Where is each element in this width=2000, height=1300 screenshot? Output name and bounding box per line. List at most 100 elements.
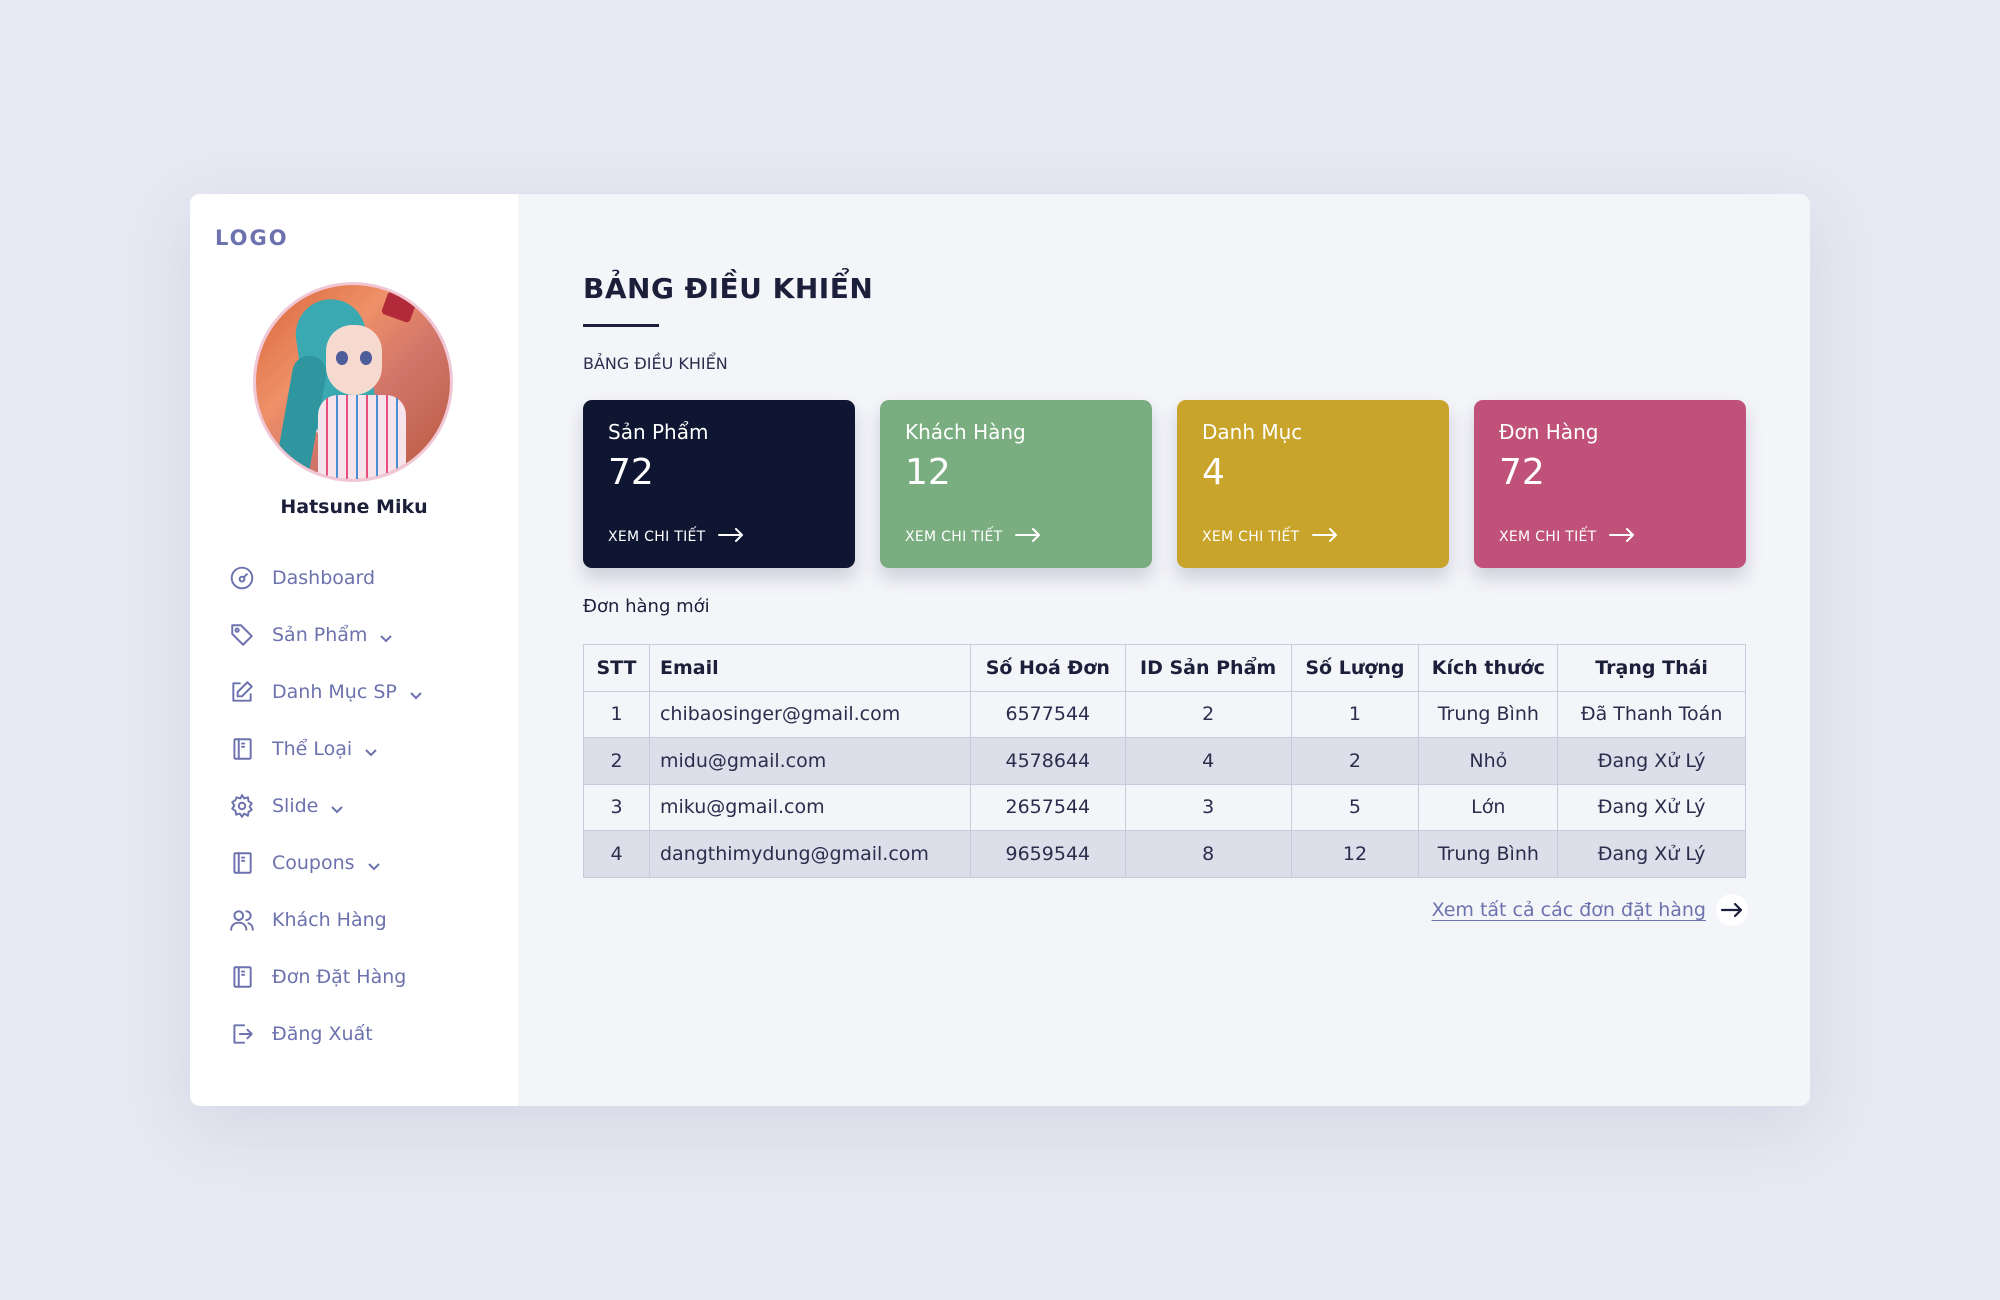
sidebar-item-label: Đăng Xuất — [272, 1022, 373, 1045]
main-content: BẢNG ĐIỀU KHIỂN BẢNG ĐIỀU KHIỂN Sản Phẩm… — [518, 194, 1810, 1106]
table-row[interactable]: 3 miku@gmail.com 2657544 3 5 Lớn Đang Xử Lý — [583, 783, 1746, 831]
chevron-down-icon[interactable] — [367, 856, 381, 870]
table-cell: 9659544 — [969, 830, 1126, 878]
table-cell: Lớn — [1418, 783, 1559, 831]
edit-icon — [228, 678, 256, 706]
stat-card-title: Đơn Hàng — [1499, 420, 1599, 444]
table-cell: Đang Xử Lý — [1557, 783, 1746, 831]
chevron-down-icon[interactable] — [379, 628, 393, 642]
chevron-down-icon[interactable] — [409, 685, 423, 699]
table-cell: miku@gmail.com — [648, 783, 971, 831]
table-cell: 1 — [1290, 690, 1420, 738]
arrow-right-icon[interactable] — [1300, 528, 1338, 546]
section-title: Đơn hàng mới — [583, 596, 710, 617]
table-cell: Trung Bình — [1418, 830, 1559, 878]
table-row[interactable]: 4 dangthimydung@gmail.com 9659544 8 12 Trung … — [583, 830, 1746, 878]
logout-icon — [228, 1020, 256, 1048]
sidebar: LOGO Hatsune Miku Dashboard Sản Phẩm Danh … — [190, 194, 518, 1106]
sidebar-item-coupons[interactable]: Coupons — [228, 834, 423, 891]
table-cell: Nhỏ — [1418, 737, 1559, 785]
arrow-right-icon[interactable] — [1597, 528, 1635, 546]
sidebar-item-don-dat-hang[interactable]: Đơn Đặt Hàng — [228, 948, 423, 1005]
tag-icon — [228, 621, 256, 649]
sidebar-item-label: Coupons — [272, 851, 355, 874]
view-details-link[interactable]: XEM CHI TIẾT — [905, 528, 1041, 546]
column-header: Trạng Thái — [1557, 644, 1746, 692]
table-row[interactable]: 1 chibaosinger@gmail.com 6577544 2 1 Trung Bì… — [583, 690, 1746, 738]
stat-card-value: 4 — [1202, 452, 1225, 493]
table-cell: 3 — [1124, 783, 1292, 831]
sidebar-item-label: Khách Hàng — [272, 908, 387, 931]
book-icon — [228, 963, 256, 991]
table-cell: 4578644 — [969, 737, 1126, 785]
stat-card: Khách Hàng 12 XEM CHI TIẾT — [880, 400, 1152, 568]
table-header-row: STT Email Số Hoá Đơn ID Sản Phẩm Số Lượng Kíc… — [583, 644, 1746, 692]
table-cell: Đã Thanh Toán — [1557, 690, 1746, 738]
sidebar-item-the-loai[interactable]: Thể Loại — [228, 720, 423, 777]
table-cell: dangthimydung@gmail.com — [648, 830, 971, 878]
arrow-right-icon[interactable] — [1716, 894, 1748, 926]
stat-card-title: Khách Hàng — [905, 420, 1026, 444]
gear-icon — [228, 792, 256, 820]
table-cell: 3 — [583, 783, 650, 831]
view-details-label[interactable]: XEM CHI TIẾT — [608, 529, 706, 545]
logo[interactable]: LOGO — [215, 226, 289, 250]
table-cell: 5 — [1290, 783, 1420, 831]
arrow-right-icon[interactable] — [706, 528, 744, 546]
column-header: Kích thước — [1418, 644, 1559, 692]
chevron-down-icon[interactable] — [330, 799, 344, 813]
column-header: Email — [648, 644, 971, 692]
sidebar-item-label: Danh Mục SP — [272, 680, 397, 703]
stat-card: Danh Mục 4 XEM CHI TIẾT — [1177, 400, 1449, 568]
arrow-right-icon[interactable] — [1003, 528, 1041, 546]
dashboard-icon — [228, 564, 256, 592]
table-row[interactable]: 2 midu@gmail.com 4578644 4 2 Nhỏ Đang Xử Lý — [583, 737, 1746, 785]
title-underline — [583, 324, 659, 327]
table-cell: 2 — [583, 737, 650, 785]
sidebar-item-dashboard[interactable]: Dashboard — [228, 549, 423, 606]
stat-card-value: 12 — [905, 452, 951, 493]
book-icon — [228, 735, 256, 763]
table-cell: 4 — [1124, 737, 1292, 785]
table-cell: chibaosinger@gmail.com — [648, 690, 971, 738]
view-details-link[interactable]: XEM CHI TIẾT — [608, 528, 744, 546]
sidebar-item-label: Đơn Đặt Hàng — [272, 965, 407, 988]
sidebar-item-label: Sản Phẩm — [272, 623, 368, 646]
table-cell: Đang Xử Lý — [1557, 737, 1746, 785]
breadcrumb: BẢNG ĐIỀU KHIỂN — [583, 354, 728, 373]
chevron-down-icon[interactable] — [364, 742, 378, 756]
stat-card-value: 72 — [608, 452, 654, 493]
column-header: STT — [583, 644, 650, 692]
view-details-label[interactable]: XEM CHI TIẾT — [1202, 529, 1300, 545]
table-cell: 2 — [1124, 690, 1292, 738]
table-cell: 8 — [1124, 830, 1292, 878]
stat-cards: Sản Phẩm 72 XEM CHI TIẾT Khách Hàng 12 XEM CH… — [583, 400, 1746, 568]
view-details-label[interactable]: XEM CHI TIẾT — [905, 529, 1003, 545]
stat-card-title: Sản Phẩm — [608, 420, 709, 444]
sidebar-item-slide[interactable]: Slide — [228, 777, 423, 834]
sidebar-item-dang-xuat[interactable]: Đăng Xuất — [228, 1005, 423, 1062]
view-all-label[interactable]: Xem tất cả các đơn đặt hàng — [1432, 899, 1706, 921]
view-details-link[interactable]: XEM CHI TIẾT — [1202, 528, 1338, 546]
view-all-orders-link[interactable]: Xem tất cả các đơn đặt hàng — [1432, 894, 1748, 926]
stat-card: Đơn Hàng 72 XEM CHI TIẾT — [1474, 400, 1746, 568]
stat-card-title: Danh Mục — [1202, 420, 1303, 444]
sidebar-item-khach-hang[interactable]: Khách Hàng — [228, 891, 423, 948]
sidebar-nav: Dashboard Sản Phẩm Danh Mục SP Thể Loại Slid… — [228, 549, 423, 1062]
table-cell: 2 — [1290, 737, 1420, 785]
sidebar-item-san-pham[interactable]: Sản Phẩm — [228, 606, 423, 663]
table-cell: Trung Bình — [1418, 690, 1559, 738]
view-details-label[interactable]: XEM CHI TIẾT — [1499, 529, 1597, 545]
view-details-link[interactable]: XEM CHI TIẾT — [1499, 528, 1635, 546]
page-title: BẢNG ĐIỀU KHIỂN — [583, 272, 874, 305]
orders-table: STT Email Số Hoá Đơn ID Sản Phẩm Số Lượng Kíc… — [583, 644, 1746, 878]
app-window: LOGO Hatsune Miku Dashboard Sản Phẩm Danh … — [190, 194, 1810, 1106]
table-cell: Đang Xử Lý — [1557, 830, 1746, 878]
column-header: ID Sản Phẩm — [1124, 644, 1292, 692]
table-cell: 12 — [1290, 830, 1420, 878]
sidebar-item-danh-muc-sp[interactable]: Danh Mục SP — [228, 663, 423, 720]
table-cell: 2657544 — [969, 783, 1126, 831]
sidebar-item-label: Slide — [272, 794, 319, 817]
table-cell: 6577544 — [969, 690, 1126, 738]
column-header: Số Lượng — [1290, 644, 1420, 692]
